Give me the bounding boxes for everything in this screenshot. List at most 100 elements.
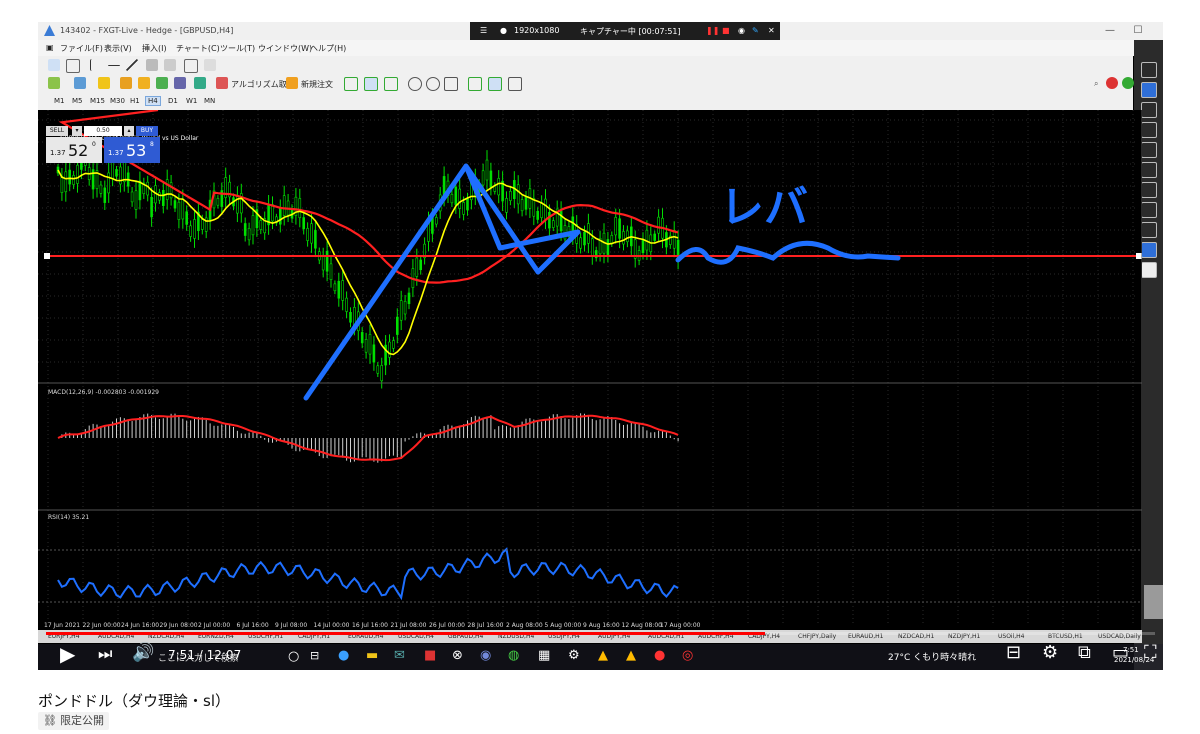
side-fill-icon[interactable] — [1141, 262, 1157, 278]
next-icon[interactable]: ⏭ — [98, 644, 112, 664]
zoom-in-icon[interactable] — [408, 77, 422, 91]
line-chart-icon[interactable] — [384, 77, 398, 91]
vertical-line-icon[interactable] — [90, 59, 103, 71]
data-window-icon[interactable] — [120, 77, 132, 89]
chrome-icon[interactable]: ◍ — [508, 648, 519, 663]
menu-view[interactable]: 表示(V) — [104, 43, 132, 54]
menu-help[interactable]: ヘルプ(H) — [310, 43, 346, 54]
progress-bar[interactable] — [46, 632, 765, 635]
capture-camera-icon[interactable]: ◉ — [738, 26, 745, 35]
lot-decrease-button[interactable]: ▾ — [72, 126, 82, 136]
capture-pause-icon[interactable]: ❚❚ — [706, 26, 719, 35]
video-player[interactable]: 143402 - FXGT-Live - Hedge - [GBPUSD,H4]… — [38, 22, 1163, 670]
candle-chart-icon[interactable] — [364, 77, 378, 91]
chart-area[interactable]: レバ GBPUSD, H4: Great Britain Pound vs US… — [38, 110, 1142, 630]
channel-icon[interactable] — [146, 59, 158, 71]
fibonacci-icon[interactable] — [164, 59, 176, 71]
miniplayer-icon[interactable]: ⧉ — [1078, 642, 1091, 663]
tf-d1[interactable]: D1 — [166, 97, 180, 105]
volume-icon[interactable]: 🔊 — [132, 642, 154, 663]
tile-windows-icon[interactable] — [444, 77, 458, 91]
tf-m30[interactable]: M30 — [108, 97, 127, 105]
notification-icon[interactable] — [1106, 77, 1118, 89]
profiles-icon[interactable] — [74, 77, 86, 89]
terminal-icon[interactable] — [156, 77, 168, 89]
capture-close-icon[interactable]: ✕ — [768, 26, 775, 35]
record-icon[interactable]: ● — [654, 648, 665, 663]
side-line-icon[interactable] — [1141, 122, 1157, 138]
taskview-icon[interactable]: ○ — [288, 649, 299, 664]
tf-m1[interactable]: M1 — [52, 97, 67, 105]
side-stamp-icon[interactable] — [1141, 182, 1157, 198]
tf-w1[interactable]: W1 — [184, 97, 199, 105]
capture-mic-icon[interactable]: ● — [500, 26, 507, 35]
settings-gear-icon[interactable]: ⚙ — [1042, 642, 1058, 663]
subtitles-icon[interactable]: ⊟ — [1006, 642, 1021, 663]
side-rect-icon[interactable] — [1141, 162, 1157, 178]
market-watch-icon[interactable] — [98, 77, 110, 89]
new-order-icon[interactable] — [286, 77, 298, 89]
tf-m15[interactable]: M15 — [88, 97, 107, 105]
sell-price[interactable]: 1.37 52 0 — [46, 137, 102, 163]
search-icon[interactable]: ⌕ — [1094, 79, 1098, 89]
indicators-icon[interactable] — [508, 77, 522, 91]
tf-mn[interactable]: MN — [202, 97, 217, 105]
discord-icon[interactable]: ◉ — [480, 648, 491, 663]
fullscreen-icon[interactable]: ⛶ — [1144, 642, 1157, 663]
edge-icon[interactable]: ● — [338, 648, 349, 663]
zoom-out-icon[interactable] — [426, 77, 440, 91]
explorer-icon[interactable]: ▬ — [366, 648, 378, 663]
tester-icon[interactable] — [174, 77, 186, 89]
side-pen-icon[interactable] — [1141, 82, 1157, 98]
capture-stop-icon[interactable]: ■ — [722, 26, 730, 35]
new-order-button[interactable]: 新規注文 — [301, 79, 333, 90]
text-icon[interactable] — [184, 59, 198, 73]
tf-m5[interactable]: M5 — [70, 97, 85, 105]
navigator-icon[interactable] — [138, 77, 150, 89]
bar-chart-icon[interactable] — [344, 77, 358, 91]
xbox-icon[interactable]: ⊗ — [452, 648, 463, 663]
side-text-icon[interactable] — [1141, 202, 1157, 218]
calculator-icon[interactable]: ▦ — [538, 648, 550, 663]
app-icon[interactable]: ■ — [424, 648, 436, 663]
side-marker-icon[interactable] — [1141, 102, 1157, 118]
crosshair-icon[interactable] — [66, 59, 80, 73]
tf-h4[interactable]: H4 — [145, 96, 161, 106]
mt4-icon-2[interactable]: ▲ — [626, 648, 636, 663]
settings-icon[interactable]: ⚙ — [568, 648, 580, 663]
widgets-icon[interactable]: ⊟ — [310, 649, 319, 662]
tf-h1[interactable]: H1 — [128, 97, 142, 105]
cursor-icon[interactable] — [48, 59, 60, 71]
sell-button[interactable]: SELL — [46, 126, 68, 136]
menu-file[interactable]: ファイル(F) — [60, 43, 103, 54]
obs-icon[interactable]: ◎ — [682, 648, 693, 663]
lot-input[interactable]: 0.50 — [84, 126, 122, 136]
algo-trading-icon[interactable] — [216, 77, 228, 89]
autoscroll-icon[interactable] — [488, 77, 502, 91]
shapes-icon[interactable] — [204, 59, 216, 71]
capture-pen-icon[interactable]: ✎ — [752, 26, 759, 35]
side-color-icon[interactable] — [1141, 242, 1157, 258]
menu-chart[interactable]: チャート(C) — [176, 43, 220, 54]
new-chart-icon[interactable] — [48, 77, 60, 89]
chart-shift-icon[interactable] — [468, 77, 482, 91]
menu-insert[interactable]: 挿入(I) — [142, 43, 167, 54]
mt4-icon[interactable]: ▲ — [598, 648, 608, 663]
horizontal-line-icon[interactable] — [108, 65, 120, 67]
trendline-icon[interactable] — [126, 59, 138, 71]
minimize-icon[interactable]: — — [1100, 24, 1120, 38]
menu-tools[interactable]: ツール(T) — [220, 43, 255, 54]
side-cursor-icon[interactable] — [1141, 62, 1157, 78]
buy-price[interactable]: 1.37 53 8 — [104, 137, 160, 163]
maximize-icon[interactable]: ☐ — [1128, 24, 1148, 38]
signal-icon[interactable] — [1122, 77, 1134, 89]
side-brush-icon[interactable] — [1141, 142, 1157, 158]
side-eraser-icon[interactable] — [1141, 222, 1157, 238]
theater-icon[interactable]: ▭ — [1112, 642, 1129, 663]
menu-window[interactable]: ウインドウ(W) — [258, 43, 312, 54]
price-chart[interactable]: レバ GBPUSD, H4: Great Britain Pound vs US… — [38, 110, 1142, 630]
play-icon[interactable]: ▶ — [60, 642, 75, 666]
capture-menu-icon[interactable]: ☰ — [480, 26, 487, 35]
options-icon[interactable] — [194, 77, 206, 89]
mail-icon[interactable]: ✉ — [394, 648, 405, 663]
